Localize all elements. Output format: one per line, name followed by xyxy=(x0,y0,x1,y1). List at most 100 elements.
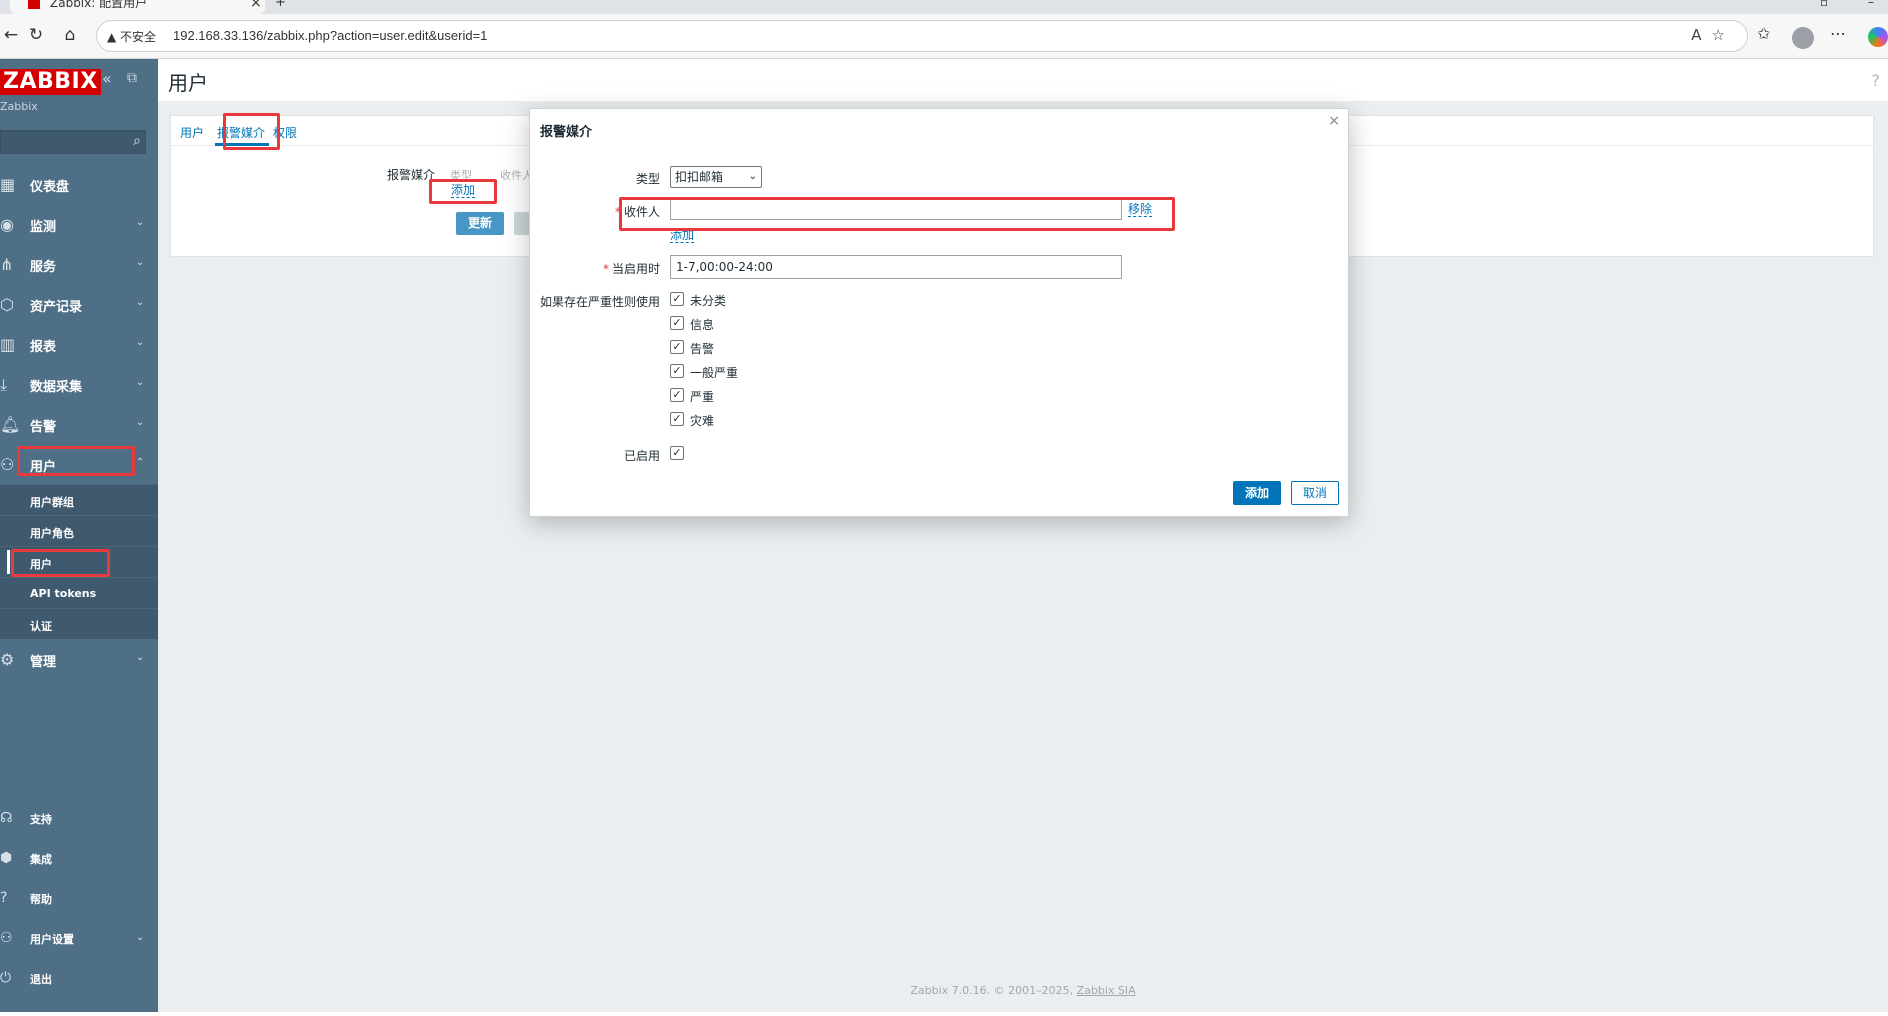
menu-label: 报表 xyxy=(30,340,57,355)
footer: Zabbix 7.0.16. © 2001–2025, Zabbix SIA xyxy=(158,984,1888,997)
reload-icon[interactable]: ↻ xyxy=(25,24,47,46)
menu-item-data-collection[interactable]: ⤓ 数据采集 ⌄ xyxy=(0,364,158,404)
menu-label: 服务 xyxy=(30,260,57,275)
window-minimize-icon[interactable]: ▫ xyxy=(1820,0,1828,9)
submenu-label: API tokens xyxy=(30,587,97,600)
sidebar-search-input[interactable]: ⌕ xyxy=(0,130,146,154)
checkbox-checked[interactable]: ✓ xyxy=(670,316,684,330)
integrations-icon: ⬢ xyxy=(0,850,13,866)
footer-link[interactable]: Zabbix SIA xyxy=(1077,984,1136,997)
server-name: Zabbix xyxy=(0,100,38,113)
address-bar[interactable]: ▲ 不安全 192.168.33.136/zabbix.php?action=u… xyxy=(96,20,1748,52)
reports-icon: ▥ xyxy=(0,335,16,354)
menu-item-dashboard[interactable]: ▦ 仪表盘 xyxy=(0,164,158,204)
cancel-button[interactable]: 取消 xyxy=(1291,481,1339,505)
checkbox-checked[interactable]: ✓ xyxy=(670,364,684,378)
menu-label: 用户设置 xyxy=(30,933,74,946)
menu-item-services[interactable]: ⋔ 服务 ⌄ xyxy=(0,244,158,284)
menu-item-help[interactable]: ? 帮助 xyxy=(0,879,158,919)
help-icon: ? xyxy=(0,890,8,906)
submenu-item-authentication[interactable]: 认证 xyxy=(0,608,158,639)
submenu-item-api-tokens[interactable]: API tokens xyxy=(0,577,158,608)
zabbix-logo[interactable]: ZABBIX xyxy=(0,69,101,95)
menu-item-alerts[interactable]: 🔔︎ 告警 ⌄ xyxy=(0,404,158,444)
kiosk-mode-icon[interactable]: ⧉ xyxy=(127,70,137,86)
copilot-icon[interactable] xyxy=(1868,27,1888,47)
when-active-input[interactable]: 1-7,00:00-24:00 xyxy=(670,255,1122,279)
url-text[interactable]: 192.168.33.136/zabbix.php?action=user.ed… xyxy=(173,28,487,43)
menu-label: 监测 xyxy=(30,220,57,235)
browser-tab-title: Zabbix: 配置用户 xyxy=(50,0,148,10)
sidebar: ZABBIX « ⧉ Zabbix ⌕ ▦ 仪表盘 ◉ 监测 ⌄ ⋔ 服务 ⌄ … xyxy=(0,59,158,1012)
when-active-label-text: 当启用时 xyxy=(611,262,660,276)
tab-user[interactable]: 用户 xyxy=(180,124,204,141)
main-menu: ▦ 仪表盘 ◉ 监测 ⌄ ⋔ 服务 ⌄ ⬡ 资产记录 ⌄ ▥ 报表 ⌄ ⤓ 数据… xyxy=(0,164,158,679)
media-dialog: 报警媒介 × 类型 扣扣邮箱 ⌄ * 收件人 移除 添加 * 当启用时 1-7,00… xyxy=(529,108,1349,517)
new-tab-icon[interactable]: + xyxy=(275,0,286,10)
collapse-sidebar-icon[interactable]: « xyxy=(102,69,112,88)
checkbox-label: 严重 xyxy=(690,390,715,404)
bottom-menu: ☊ 支持 ⬢ 集成 ? 帮助 ⚇ 用户设置 ⌄ ⏻ 退出 xyxy=(0,799,158,999)
menu-item-integrations[interactable]: ⬢ 集成 xyxy=(0,839,158,879)
menu-item-reports[interactable]: ▥ 报表 ⌄ xyxy=(0,324,158,364)
browser-tab[interactable]: Zabbix: 配置用户 × xyxy=(10,0,265,14)
window-close-icon[interactable]: – xyxy=(1868,0,1874,9)
security-warning[interactable]: ▲ 不安全 xyxy=(107,28,156,45)
checkbox-label: 灾难 xyxy=(690,414,715,428)
highlight-users-submenu xyxy=(11,549,110,577)
enabled-label: 已启用 xyxy=(623,449,660,463)
zabbix-favicon-icon xyxy=(28,0,40,9)
chevron-down-icon: ⌄ xyxy=(136,297,145,308)
chevron-down-icon: ⌄ xyxy=(136,417,145,428)
highlight-users-menu xyxy=(17,446,135,476)
checkbox-checked[interactable]: ✓ xyxy=(670,292,684,306)
chevron-down-icon: ⌄ xyxy=(748,171,757,182)
chevron-down-icon: ⌄ xyxy=(136,652,145,663)
menu-item-monitoring[interactable]: ◉ 监测 ⌄ xyxy=(0,204,158,244)
chevron-down-icon: ⌄ xyxy=(136,932,145,943)
menu-item-sign-out[interactable]: ⏻ 退出 xyxy=(0,959,158,999)
chevron-down-icon: ⌄ xyxy=(136,337,145,348)
support-icon: ☊ xyxy=(0,810,13,826)
checkbox-label: 未分类 xyxy=(690,294,727,308)
browser-toolbar: ← ↻ ⌂ ▲ 不安全 192.168.33.136/zabbix.php?ac… xyxy=(0,14,1888,59)
menu-item-administration[interactable]: ⚙ 管理 ⌄ xyxy=(0,639,158,679)
browser-tabstrip: Zabbix: 配置用户 × + ▫ – xyxy=(0,0,1888,14)
menu-item-inventory[interactable]: ⬡ 资产记录 ⌄ xyxy=(0,284,158,324)
highlight-media-tab xyxy=(223,113,280,150)
favorites-icon[interactable]: ✩ xyxy=(1757,24,1770,43)
add-button[interactable]: 添加 xyxy=(1233,481,1281,505)
checkbox-label: 告警 xyxy=(690,342,715,356)
enabled-checkbox[interactable]: ✓ xyxy=(670,446,684,460)
more-menu-icon[interactable]: ⋯ xyxy=(1830,24,1846,43)
menu-label: 数据采集 xyxy=(30,380,83,395)
monitoring-icon: ◉ xyxy=(0,215,14,234)
type-select-value: 扣扣邮箱 xyxy=(675,170,724,184)
update-button[interactable]: 更新 xyxy=(456,212,504,235)
submenu-item-user-groups[interactable]: 用户群组 xyxy=(0,484,158,515)
checkbox-checked[interactable]: ✓ xyxy=(670,412,684,426)
power-icon: ⏻ xyxy=(0,970,12,986)
menu-label: 集成 xyxy=(30,853,52,866)
help-icon[interactable]: ? xyxy=(1872,71,1881,90)
submenu-item-user-roles[interactable]: 用户角色 xyxy=(0,515,158,546)
menu-label: 退出 xyxy=(30,973,52,986)
profile-avatar-icon[interactable] xyxy=(1792,27,1814,49)
page-header: 用户 ? xyxy=(158,59,1888,101)
home-icon[interactable]: ⌂ xyxy=(59,24,81,46)
close-icon[interactable]: × xyxy=(1328,113,1340,129)
submenu-label: 认证 xyxy=(30,620,52,633)
footer-text: Zabbix 7.0.16. © 2001–2025, xyxy=(910,984,1077,997)
dialog-title: 报警媒介 xyxy=(540,125,593,140)
checkbox-checked[interactable]: ✓ xyxy=(670,340,684,354)
type-select[interactable]: 扣扣邮箱 ⌄ xyxy=(670,166,762,188)
read-aloud-favorite-icons[interactable]: A☆ xyxy=(1691,26,1735,44)
menu-item-user-settings[interactable]: ⚇ 用户设置 ⌄ xyxy=(0,919,158,959)
tab-close-icon[interactable]: × xyxy=(250,0,262,11)
back-arrow-icon[interactable]: ← xyxy=(0,24,22,46)
menu-item-support[interactable]: ☊ 支持 xyxy=(0,799,158,839)
chevron-down-icon: ⌄ xyxy=(136,217,145,228)
dashboard-icon: ▦ xyxy=(0,175,16,194)
search-icon[interactable]: ⌕ xyxy=(133,133,141,149)
checkbox-checked[interactable]: ✓ xyxy=(670,388,684,402)
